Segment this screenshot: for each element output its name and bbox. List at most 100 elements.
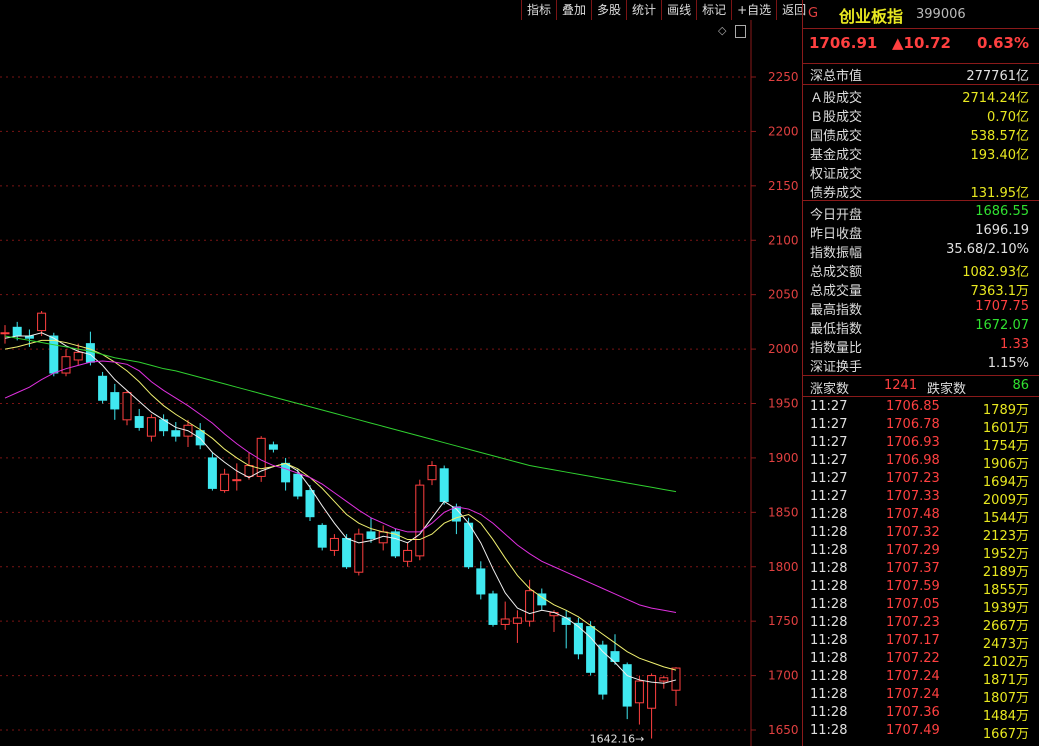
tick-price: 1706.85 [886,399,940,414]
y-tick-label: 1850 [768,505,799,519]
candle-body [622,664,632,707]
tick-row: 11:27 1706.93 1754万 [803,434,1039,454]
candle-body [171,430,181,437]
toolbar-button[interactable]: 标记 [696,0,731,20]
stat-value: 2714.24亿 [962,91,1029,106]
candle-body [561,617,571,625]
stat-label: Ｂ股成交 [810,110,863,125]
toolbar-button[interactable]: 多股 [591,0,626,20]
tick-row: 11:27 1706.98 1906万 [803,452,1039,472]
advance-decline-row: 涨家数 1241 跌家数 86 [803,376,1039,397]
stat-row: 基金成交 193.40亿 [803,143,1039,163]
candle-body [317,524,327,548]
y-tick-label: 2100 [768,233,799,247]
stat-value: 1.33 [1000,337,1029,352]
toolbar-button[interactable]: +自选 [731,0,776,20]
candle-body [232,479,242,482]
toolbar-button[interactable]: 叠加 [556,0,591,20]
tick-row: 11:27 1706.85 1789万 [803,398,1039,418]
kline-chart[interactable]: 2250 2200 2150 2100 2050 2000 1950 1900 1850 1800… [0,20,799,746]
tick-time: 11:28 [810,669,848,684]
toolbar-button[interactable]: 画线 [661,0,696,20]
tick-time: 11:28 [810,507,848,522]
tick-price: 1707.23 [886,471,940,486]
candle-body [134,416,144,428]
candle-body [110,392,120,410]
tick-row: 11:28 1707.29 1952万 [803,542,1039,562]
min-price-annotation: 1642.16→ [590,733,645,746]
tick-time: 11:27 [810,435,848,450]
tick-price: 1707.24 [886,687,940,702]
tick-price: 1707.36 [886,705,940,720]
quote-panel: G 创业板指 399006 1706.91 ▲10.72 0.63% 深总市值 2… [803,0,1039,746]
candle-body [586,626,596,673]
y-tick-label: 2250 [768,70,799,84]
candle-body [0,332,10,335]
tick-volume: 1667万 [982,727,1029,742]
divider-line [803,396,1039,397]
stat-value: 35.68/2.10% [946,242,1029,257]
candle-body [329,537,339,551]
candle-body [220,473,230,492]
toolbar-button[interactable]: 指标 [521,0,556,20]
stat-row: Ｂ股成交 0.70亿 [803,105,1039,125]
stat-row: 债券成交 131.95亿 [803,181,1039,201]
candle-body [293,473,303,497]
stat-value: 1672.07 [975,318,1029,333]
candle-body [415,484,425,557]
tick-price: 1707.29 [886,543,940,558]
stat-value: 277761亿 [966,69,1029,84]
tick-row: 11:28 1707.36 1484万 [803,704,1039,724]
candle-body [488,593,498,625]
stat-row: Ａ股成交 2714.24亿 [803,86,1039,106]
stat-label: 总成交量 [810,284,863,299]
market-tag: G [808,6,819,21]
price-quote: 1706.91 ▲10.72 0.63% [803,28,1039,57]
tick-price: 1707.24 [886,669,940,684]
stat-value: 1082.93亿 [962,265,1029,280]
tick-time: 11:28 [810,543,848,558]
stat-row: 权证成交 [803,162,1039,182]
stat-label: 最高指数 [810,303,863,318]
decline-label: 跌家数 [927,382,967,397]
panel-toggle-icon[interactable] [735,25,746,38]
stat-value: 1.15% [987,356,1029,371]
diamond-icon[interactable]: ◇ [718,24,726,37]
toolbar-button[interactable]: 统计 [626,0,661,20]
candle-body [354,533,364,573]
decline-count: 86 [1012,378,1029,393]
stat-label: 深总市值 [810,69,863,84]
candle-body [61,356,71,374]
tick-time: 11:28 [810,561,848,576]
candle-body [573,622,583,655]
candle-body [122,392,132,421]
stat-value: 538.57亿 [970,129,1030,144]
tick-row: 11:27 1706.78 1601万 [803,416,1039,436]
stat-label: 债券成交 [810,186,863,201]
candle-body [85,343,95,363]
stat-label: 昨日收盘 [810,227,863,242]
tick-row: 11:28 1707.24 1807万 [803,686,1039,706]
tick-time: 11:27 [810,471,848,486]
tick-row: 11:28 1707.23 2667万 [803,614,1039,634]
stat-value: 1686.55 [975,204,1029,219]
candle-body [12,326,22,337]
tick-time: 11:28 [810,687,848,702]
stat-row: 今日开盘 1686.55 [803,203,1039,223]
candle-body [281,462,291,483]
tick-row: 11:28 1707.59 1855万 [803,578,1039,598]
tick-time: 11:28 [810,615,848,630]
stat-row: 总成交量 7363.1万 [803,279,1039,299]
kline-chart-canvas[interactable]: 2250 2200 2150 2100 2050 2000 1950 1900 1850 1800… [0,20,800,746]
candle-body [427,465,437,481]
stat-value: 1707.75 [975,299,1029,314]
candle-body [671,667,681,691]
stat-label: 总成交额 [810,265,863,280]
candle-body [476,568,486,595]
tick-price: 1707.22 [886,651,940,666]
stock-header: G 创业板指 399006 [803,0,1039,28]
tick-price: 1706.93 [886,435,940,450]
advance-count: 1241 [884,378,918,393]
candle-body [268,444,278,450]
stat-row: 最低指数 1672.07 [803,317,1039,337]
